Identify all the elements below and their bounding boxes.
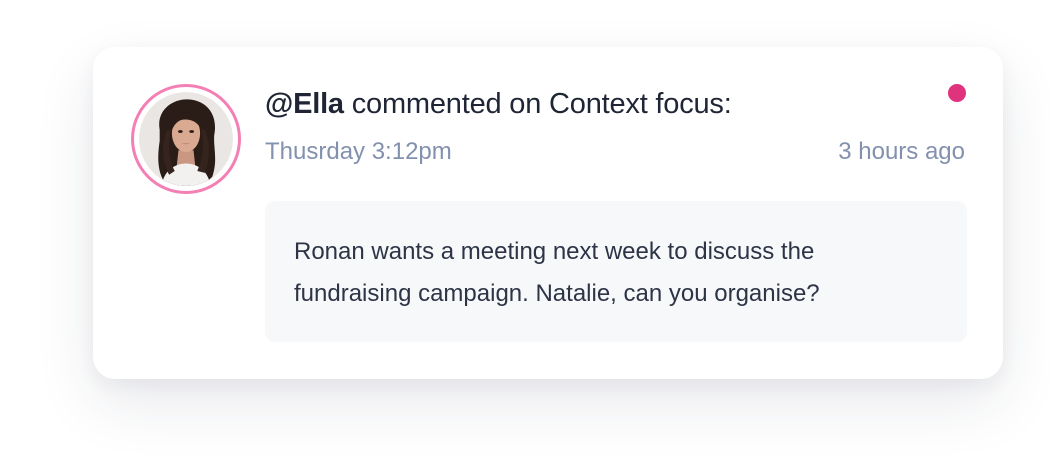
comment-date: Thusrday 3:12pm xyxy=(265,138,452,165)
user-photo xyxy=(139,92,233,186)
unread-indicator-dot xyxy=(948,84,966,102)
action-text: commented on Context focus: xyxy=(343,88,732,120)
comment-body: Ronan wants a meeting next week to discu… xyxy=(265,201,967,342)
avatar[interactable] xyxy=(131,84,241,194)
notification-headline: @Ella commented on Context focus: xyxy=(265,88,732,121)
comment-notification-card[interactable]: @Ella commented on Context focus: Thusrd… xyxy=(93,47,1003,379)
relative-timestamp: 3 hours ago xyxy=(838,138,965,165)
author-mention[interactable]: @Ella xyxy=(265,88,344,120)
comment-text: Ronan wants a meeting next week to discu… xyxy=(294,238,820,307)
